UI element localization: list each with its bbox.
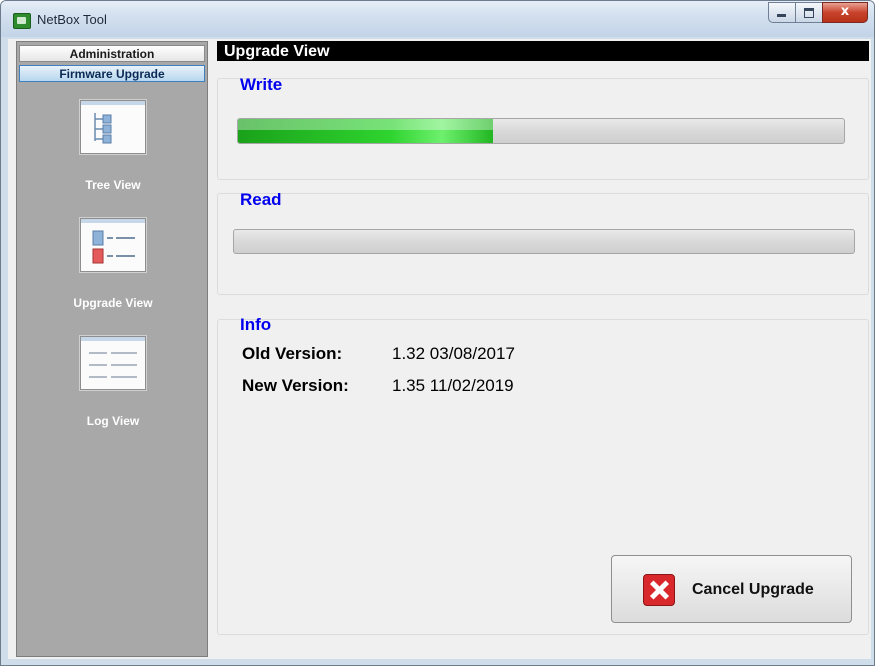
read-group: Read [217, 190, 869, 295]
write-progress-fill [238, 119, 493, 143]
write-progress-bar [237, 118, 845, 144]
netbox-window: NetBox Tool x Administration Firmware Up… [0, 0, 875, 666]
old-version-label: Old Version: [242, 344, 343, 363]
upgrade-view-panel: Upgrade View Write Read Info Old Version… [215, 41, 871, 659]
tree-view-label: Tree View [85, 178, 141, 192]
read-progress-bar [233, 229, 855, 254]
close-button[interactable]: x [822, 2, 868, 23]
old-version-value: 1.32 03/08/2017 [392, 344, 515, 363]
log-view-icon [80, 336, 146, 390]
window-title: NetBox Tool [37, 12, 107, 27]
caption-buttons: x [768, 2, 868, 23]
write-group: Write [217, 75, 869, 180]
maximize-button[interactable] [795, 2, 823, 23]
client-area: Administration Firmware Upgrade Tree Vie… [8, 39, 871, 659]
minimize-button[interactable] [768, 2, 796, 23]
upgrade-view-label: Upgrade View [73, 296, 153, 310]
title-bar[interactable]: NetBox Tool x [1, 1, 874, 37]
cancel-upgrade-button[interactable]: Cancel Upgrade [611, 555, 852, 623]
page-title: Upgrade View [217, 41, 869, 61]
log-view-tool[interactable]: Log View [17, 336, 209, 428]
sidebar: Administration Firmware Upgrade Tree Vie… [16, 41, 208, 657]
close-icon: x [840, 4, 850, 19]
old-version-row: Old Version: 1.32 03/08/2017 [242, 344, 515, 364]
netbox-app-icon [13, 13, 31, 29]
firmware-upgrade-button[interactable]: Firmware Upgrade [19, 65, 205, 82]
log-view-label: Log View [86, 414, 140, 428]
new-version-value: 1.35 11/02/2019 [392, 376, 514, 395]
upgrade-view-icon [80, 218, 146, 272]
upgrade-view-tool[interactable]: Upgrade View [17, 218, 209, 310]
new-version-row: New Version: 1.35 11/02/2019 [242, 376, 514, 396]
cancel-upgrade-label: Cancel Upgrade [692, 581, 814, 598]
read-title: Read [240, 190, 282, 209]
administration-button[interactable]: Administration [19, 45, 205, 62]
tree-view-icon [80, 100, 146, 154]
tree-view-tool[interactable]: Tree View [17, 100, 209, 192]
write-title: Write [240, 75, 283, 94]
cancel-x-icon [643, 574, 675, 606]
info-title: Info [240, 315, 272, 334]
new-version-label: New Version: [242, 376, 349, 395]
